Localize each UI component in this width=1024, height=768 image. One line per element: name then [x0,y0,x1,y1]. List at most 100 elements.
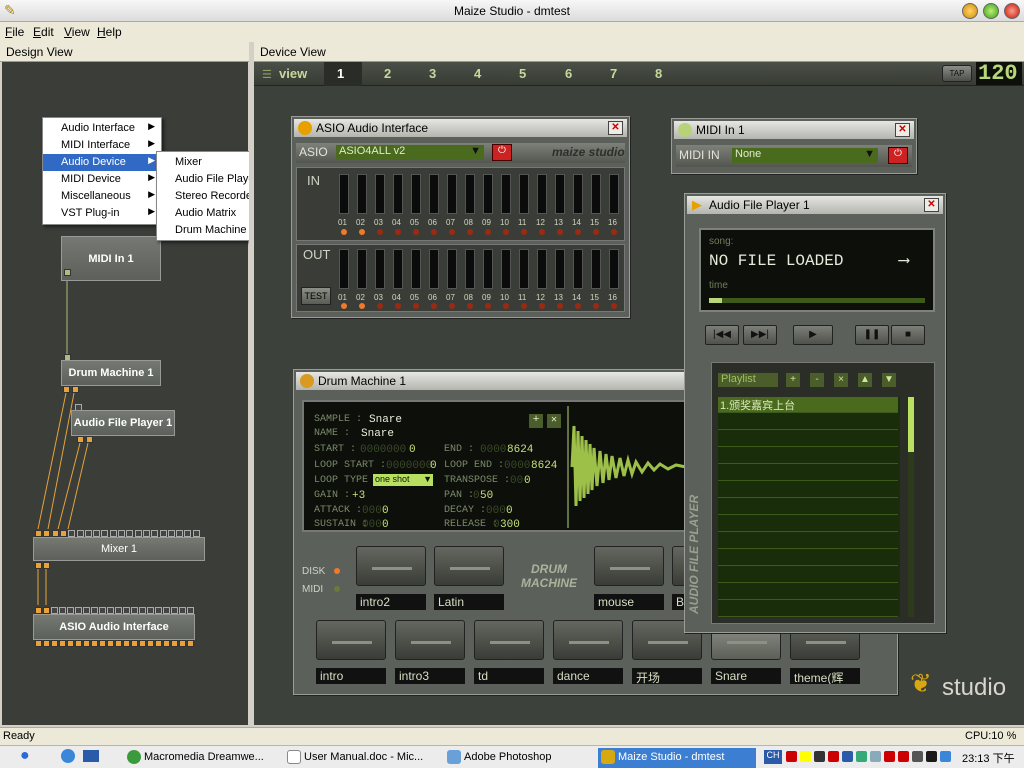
port[interactable] [35,562,42,569]
power-button[interactable]: ⏻ [888,147,908,164]
minimize-button[interactable] [962,3,978,19]
playlist-row[interactable] [718,584,898,600]
playlist-row[interactable] [718,482,898,498]
port[interactable] [76,530,84,537]
channel-fader[interactable] [573,249,583,289]
loop-end-value[interactable]: 8624 [531,460,557,472]
port[interactable] [176,530,184,537]
task-photoshop[interactable]: Adobe Photoshop [444,748,592,768]
port[interactable] [35,640,42,647]
ctx-midi-interface[interactable]: MIDI Interface ▶ [43,137,161,154]
port[interactable] [123,640,130,647]
tab-page-2[interactable]: 2 [384,66,391,81]
port[interactable] [123,607,130,614]
scrollbar-thumb[interactable] [908,397,914,452]
port[interactable] [131,640,138,647]
port[interactable] [99,607,106,614]
menu-edit[interactable]: Edit [33,25,54,39]
ctx-audio-interface[interactable]: Audio Interface ▶ [43,120,161,137]
test-button[interactable]: TEST [301,287,331,305]
tab-page-3[interactable]: 3 [429,66,436,81]
channel-fader[interactable] [483,174,493,214]
channel-fader[interactable] [357,174,367,214]
port[interactable] [179,640,186,647]
playlist-row[interactable] [718,601,898,617]
port[interactable] [63,386,70,393]
tray-icon-8[interactable] [884,751,895,762]
drum-pad[interactable] [474,620,544,660]
midi-in-title-bar[interactable]: MIDI In 1 ✕ [674,121,914,139]
port[interactable] [171,640,178,647]
channel-fader[interactable] [411,174,421,214]
channel-fader[interactable] [555,249,565,289]
channel-fader[interactable] [609,174,619,214]
channel-fader[interactable] [555,174,565,214]
k-icon[interactable] [828,751,839,762]
channel-fader[interactable] [465,174,475,214]
node-audio-file-player[interactable]: Audio File Player 1 [71,410,175,436]
drum-pad[interactable] [356,546,426,586]
asio-title-bar[interactable]: ASIO Audio Interface ✕ [294,119,627,137]
tray-icon-11[interactable] [926,751,937,762]
qq-icon[interactable] [800,751,811,762]
port[interactable] [171,607,178,614]
transport-next-button[interactable]: ▶▶| [743,325,777,345]
port[interactable] [59,640,66,647]
node-asio[interactable]: ASIO Audio Interface [33,614,195,640]
playlist-remove-button[interactable]: - [810,373,824,387]
port[interactable] [93,530,101,537]
playlist-row[interactable] [718,533,898,549]
port[interactable] [43,640,50,647]
port[interactable] [147,607,154,614]
node-midi-in[interactable]: MIDI In 1 [61,236,161,281]
channel-fader[interactable] [483,249,493,289]
ctx-miscellaneous[interactable]: Miscellaneous ▶ [43,188,161,205]
channel-fader[interactable] [609,249,619,289]
port[interactable] [35,607,42,614]
port[interactable] [83,607,90,614]
port[interactable] [91,607,98,614]
channel-fader[interactable] [537,249,547,289]
tab-page-8[interactable]: 8 [655,66,662,81]
tab-page-1[interactable]: 1 [337,66,344,81]
channel-fader[interactable] [429,249,439,289]
port[interactable] [64,269,71,276]
task-dreamweaver[interactable]: Macromedia Dreamwe... [124,748,272,768]
menu-file[interactable]: File [5,25,24,39]
sustain-value[interactable]: 0 [382,519,389,531]
port[interactable] [51,530,59,537]
time-progress-track[interactable] [709,298,925,303]
channel-fader[interactable] [573,174,583,214]
playlist-down-button[interactable]: ▼ [882,373,896,387]
maximize-button[interactable] [983,3,999,19]
apple-start-icon[interactable]: ● [20,747,30,765]
pan-value[interactable]: 50 [480,490,493,502]
playlist-row[interactable] [718,550,898,566]
playlist-scrollbar[interactable] [908,397,914,617]
playlist-clear-button[interactable]: × [834,373,848,387]
end-value[interactable]: 8624 [507,444,533,456]
port[interactable] [151,530,159,537]
port[interactable] [179,607,186,614]
player-title-bar[interactable]: ▶ Audio File Player 1 ✕ [687,196,943,214]
tab-page-7[interactable]: 7 [610,66,617,81]
channel-fader[interactable] [501,174,511,214]
ctx-vst-plugin[interactable]: VST Plug-in ▶ [43,205,161,222]
playlist-row[interactable] [718,465,898,481]
close-button[interactable] [1004,3,1020,19]
playlist-row[interactable] [718,567,898,583]
port[interactable] [99,640,106,647]
tab-page-4[interactable]: 4 [474,66,481,81]
task-word[interactable]: User Manual.doc - Mic... [284,748,432,768]
desktop-icon[interactable] [83,750,99,762]
channel-fader[interactable] [591,249,601,289]
node-mixer[interactable]: Mixer 1 [33,537,205,561]
port[interactable] [77,436,84,443]
channel-fader[interactable] [339,249,349,289]
channel-fader[interactable] [357,249,367,289]
channel-fader[interactable] [519,174,529,214]
tray-icon-1[interactable] [786,751,797,762]
channel-fader[interactable] [393,174,403,214]
playlist-row[interactable] [718,431,898,447]
channel-fader[interactable] [465,249,475,289]
